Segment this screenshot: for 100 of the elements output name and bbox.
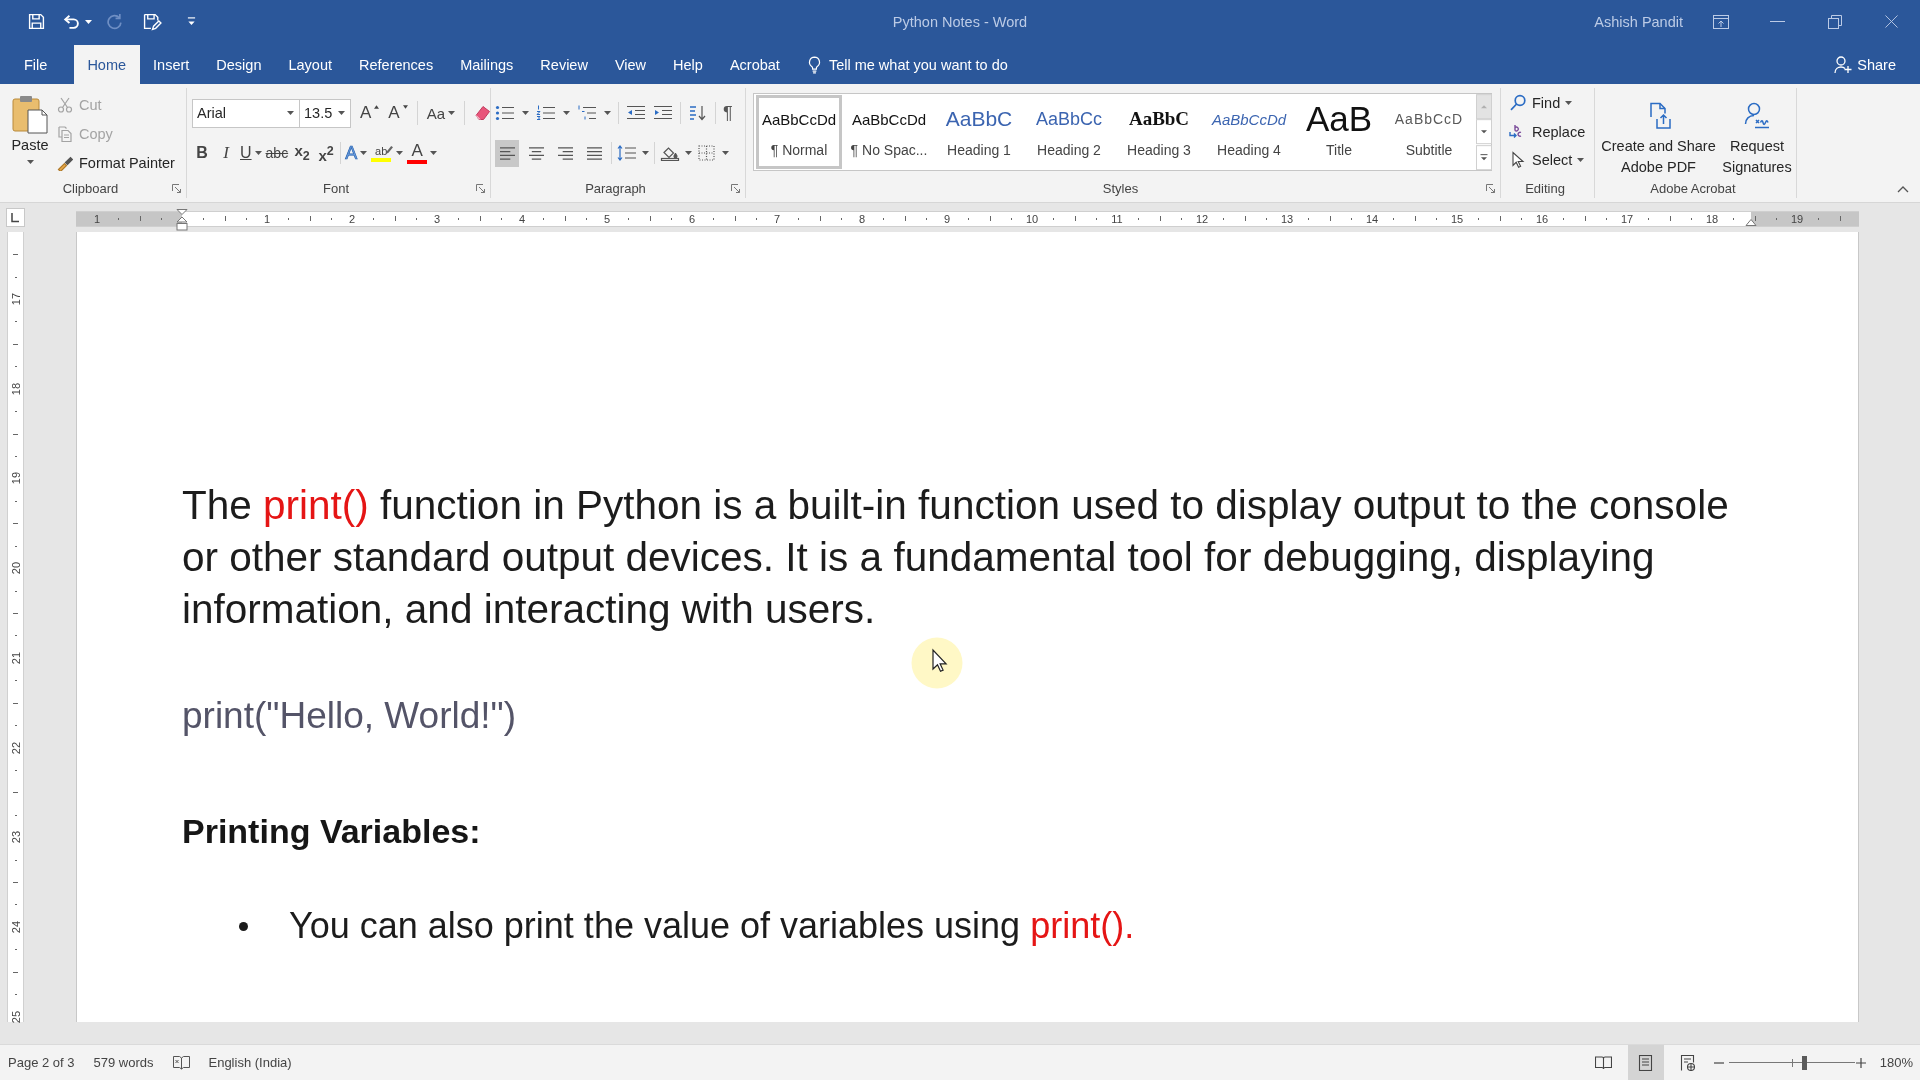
- ribbon-tab[interactable]: Design: [202, 45, 275, 84]
- font-size-field[interactable]: 13.5: [300, 98, 351, 128]
- caret-icon[interactable]: [1577, 158, 1585, 163]
- caret-icon[interactable]: [448, 111, 456, 115]
- caret-icon[interactable]: [685, 151, 692, 155]
- save-icon[interactable]: [28, 13, 45, 30]
- ribbon-tab[interactable]: Mailings: [446, 45, 527, 84]
- italic-button[interactable]: I: [216, 139, 236, 167]
- sort-icon[interactable]: [688, 105, 708, 121]
- caret-icon[interactable]: [26, 160, 34, 164]
- style-gallery-item[interactable]: AaBbC Heading 3: [1116, 95, 1202, 169]
- ribbon-tab[interactable]: View: [601, 45, 660, 84]
- ribbon-tab[interactable]: Insert: [139, 45, 203, 84]
- ribbon-tab[interactable]: References: [345, 45, 447, 84]
- caret-icon[interactable]: [522, 111, 529, 115]
- caret-icon[interactable]: [396, 151, 404, 155]
- dialog-launcher-icon[interactable]: [1486, 184, 1495, 193]
- paint-bucket-icon[interactable]: [660, 145, 680, 161]
- proofing-book-icon[interactable]: [173, 1055, 191, 1070]
- zoom-level[interactable]: 180%: [1879, 1055, 1913, 1070]
- zoom-in-icon[interactable]: [1855, 1057, 1866, 1068]
- ribbon-display-options-icon[interactable]: [1712, 14, 1729, 29]
- word-count[interactable]: 579 words: [93, 1055, 154, 1070]
- dialog-launcher-icon[interactable]: [172, 184, 181, 193]
- increase-indent-icon[interactable]: [653, 105, 673, 121]
- ruler-number: 17: [1620, 212, 1634, 226]
- ribbon-tab[interactable]: Review: [526, 45, 602, 84]
- caret-icon[interactable]: [287, 111, 294, 115]
- style-gallery-item[interactable]: AaBbCcDd ¶ No Spac...: [846, 95, 932, 169]
- ribbon-tab[interactable]: Help: [659, 45, 717, 84]
- caret-icon[interactable]: [722, 151, 729, 155]
- share-button[interactable]: Share: [1834, 45, 1896, 84]
- superscript-button[interactable]: x$^{2}$: [316, 139, 337, 167]
- restore-icon[interactable]: [1827, 14, 1842, 29]
- collapse-ribbon-icon[interactable]: [1897, 185, 1909, 193]
- ribbon-tab[interactable]: File: [10, 45, 61, 84]
- ribbon-tab[interactable]: Home: [73, 45, 140, 84]
- subscript-button[interactable]: x$_{2}$: [292, 139, 313, 167]
- eraser-icon[interactable]: [474, 104, 493, 122]
- more-styles-icon[interactable]: [1476, 144, 1492, 170]
- style-gallery-item[interactable]: AaBbCcDd ¶ Normal: [756, 95, 842, 169]
- create-pdf-button[interactable]: Create and Share Adobe PDF: [1600, 88, 1717, 180]
- line-spacing-icon[interactable]: [617, 145, 637, 161]
- align-left-button[interactable]: [495, 139, 519, 167]
- replace-button[interactable]: Replace: [1509, 117, 1594, 146]
- select-button[interactable]: Select: [1509, 146, 1594, 175]
- multilevel-list-icon[interactable]: [577, 105, 597, 121]
- close-icon[interactable]: [1885, 15, 1898, 28]
- dialog-launcher-icon[interactable]: [476, 184, 485, 193]
- page-count[interactable]: Page 2 of 3: [8, 1055, 75, 1070]
- caret-icon[interactable]: [85, 19, 92, 24]
- paste-button[interactable]: Paste: [6, 90, 54, 174]
- caret-icon[interactable]: [1565, 101, 1573, 106]
- ribbon-tab[interactable]: Layout: [274, 45, 346, 84]
- print-layout-button[interactable]: [1627, 1045, 1664, 1080]
- caret-icon[interactable]: [254, 151, 262, 155]
- strikethrough-button[interactable]: abc: [265, 139, 289, 167]
- dialog-launcher-icon[interactable]: [731, 184, 740, 193]
- highlight-button[interactable]: ab: [371, 139, 404, 167]
- borders-icon[interactable]: [697, 145, 717, 161]
- caret-icon[interactable]: [430, 151, 438, 155]
- slider-thumb[interactable]: [1801, 1055, 1807, 1070]
- style-gallery-item[interactable]: AaBbCcD Subtitle: [1386, 95, 1472, 169]
- style-gallery-item[interactable]: AaBbCc Heading 2: [1026, 95, 1112, 169]
- minimize-icon[interactable]: [1770, 20, 1785, 23]
- caret-icon[interactable]: [338, 111, 345, 115]
- find-button[interactable]: Find: [1509, 89, 1594, 118]
- change-case-button[interactable]: Aa: [426, 99, 456, 127]
- request-signatures-button[interactable]: Request Signatures: [1720, 88, 1794, 180]
- style-gallery-item[interactable]: AaB Title: [1296, 95, 1382, 169]
- caret-icon[interactable]: [642, 151, 649, 155]
- decrease-indent-icon[interactable]: [626, 105, 646, 121]
- style-gallery-item[interactable]: AaBbC Heading 1: [936, 95, 1022, 169]
- tab-stop-selector-icon[interactable]: [6, 208, 25, 227]
- bullet-list-icon[interactable]: [495, 105, 515, 121]
- format-painter-button[interactable]: Format Painter: [57, 148, 175, 177]
- font-name-field[interactable]: Arial: [192, 98, 300, 128]
- caret-icon[interactable]: [360, 151, 368, 155]
- zoom-slider[interactable]: [1728, 1055, 1855, 1070]
- show-marks-button[interactable]: ¶: [723, 102, 737, 124]
- customize-caret-icon[interactable]: [187, 17, 196, 26]
- tell-me-search[interactable]: Tell me what you want to do: [793, 45, 1022, 84]
- indent-marker-icon[interactable]: [176, 209, 188, 231]
- zoom-out-icon[interactable]: [1713, 1061, 1724, 1064]
- numbered-list-icon[interactable]: [536, 105, 556, 121]
- floppy-pencil-icon[interactable]: [143, 12, 162, 31]
- language-label[interactable]: English (India): [208, 1055, 292, 1070]
- ribbon-tab[interactable]: Acrobat: [716, 45, 794, 84]
- right-indent-marker-icon[interactable]: [1745, 219, 1757, 227]
- style-gallery-item[interactable]: AaBbCcDd Heading 4: [1206, 95, 1292, 169]
- scroll-down-icon[interactable]: [1476, 119, 1492, 145]
- undo-icon[interactable]: [61, 13, 80, 30]
- bold-button[interactable]: B: [192, 139, 212, 167]
- shrink-font-button[interactable]: A: [388, 99, 408, 127]
- caret-icon[interactable]: [604, 111, 611, 115]
- font-color-button[interactable]: A: [407, 139, 438, 167]
- grow-font-button[interactable]: A: [360, 99, 380, 127]
- caret-icon[interactable]: [563, 111, 570, 115]
- user-name[interactable]: Ashish Pandit: [1594, 13, 1683, 30]
- underline-button[interactable]: U: [240, 139, 262, 167]
